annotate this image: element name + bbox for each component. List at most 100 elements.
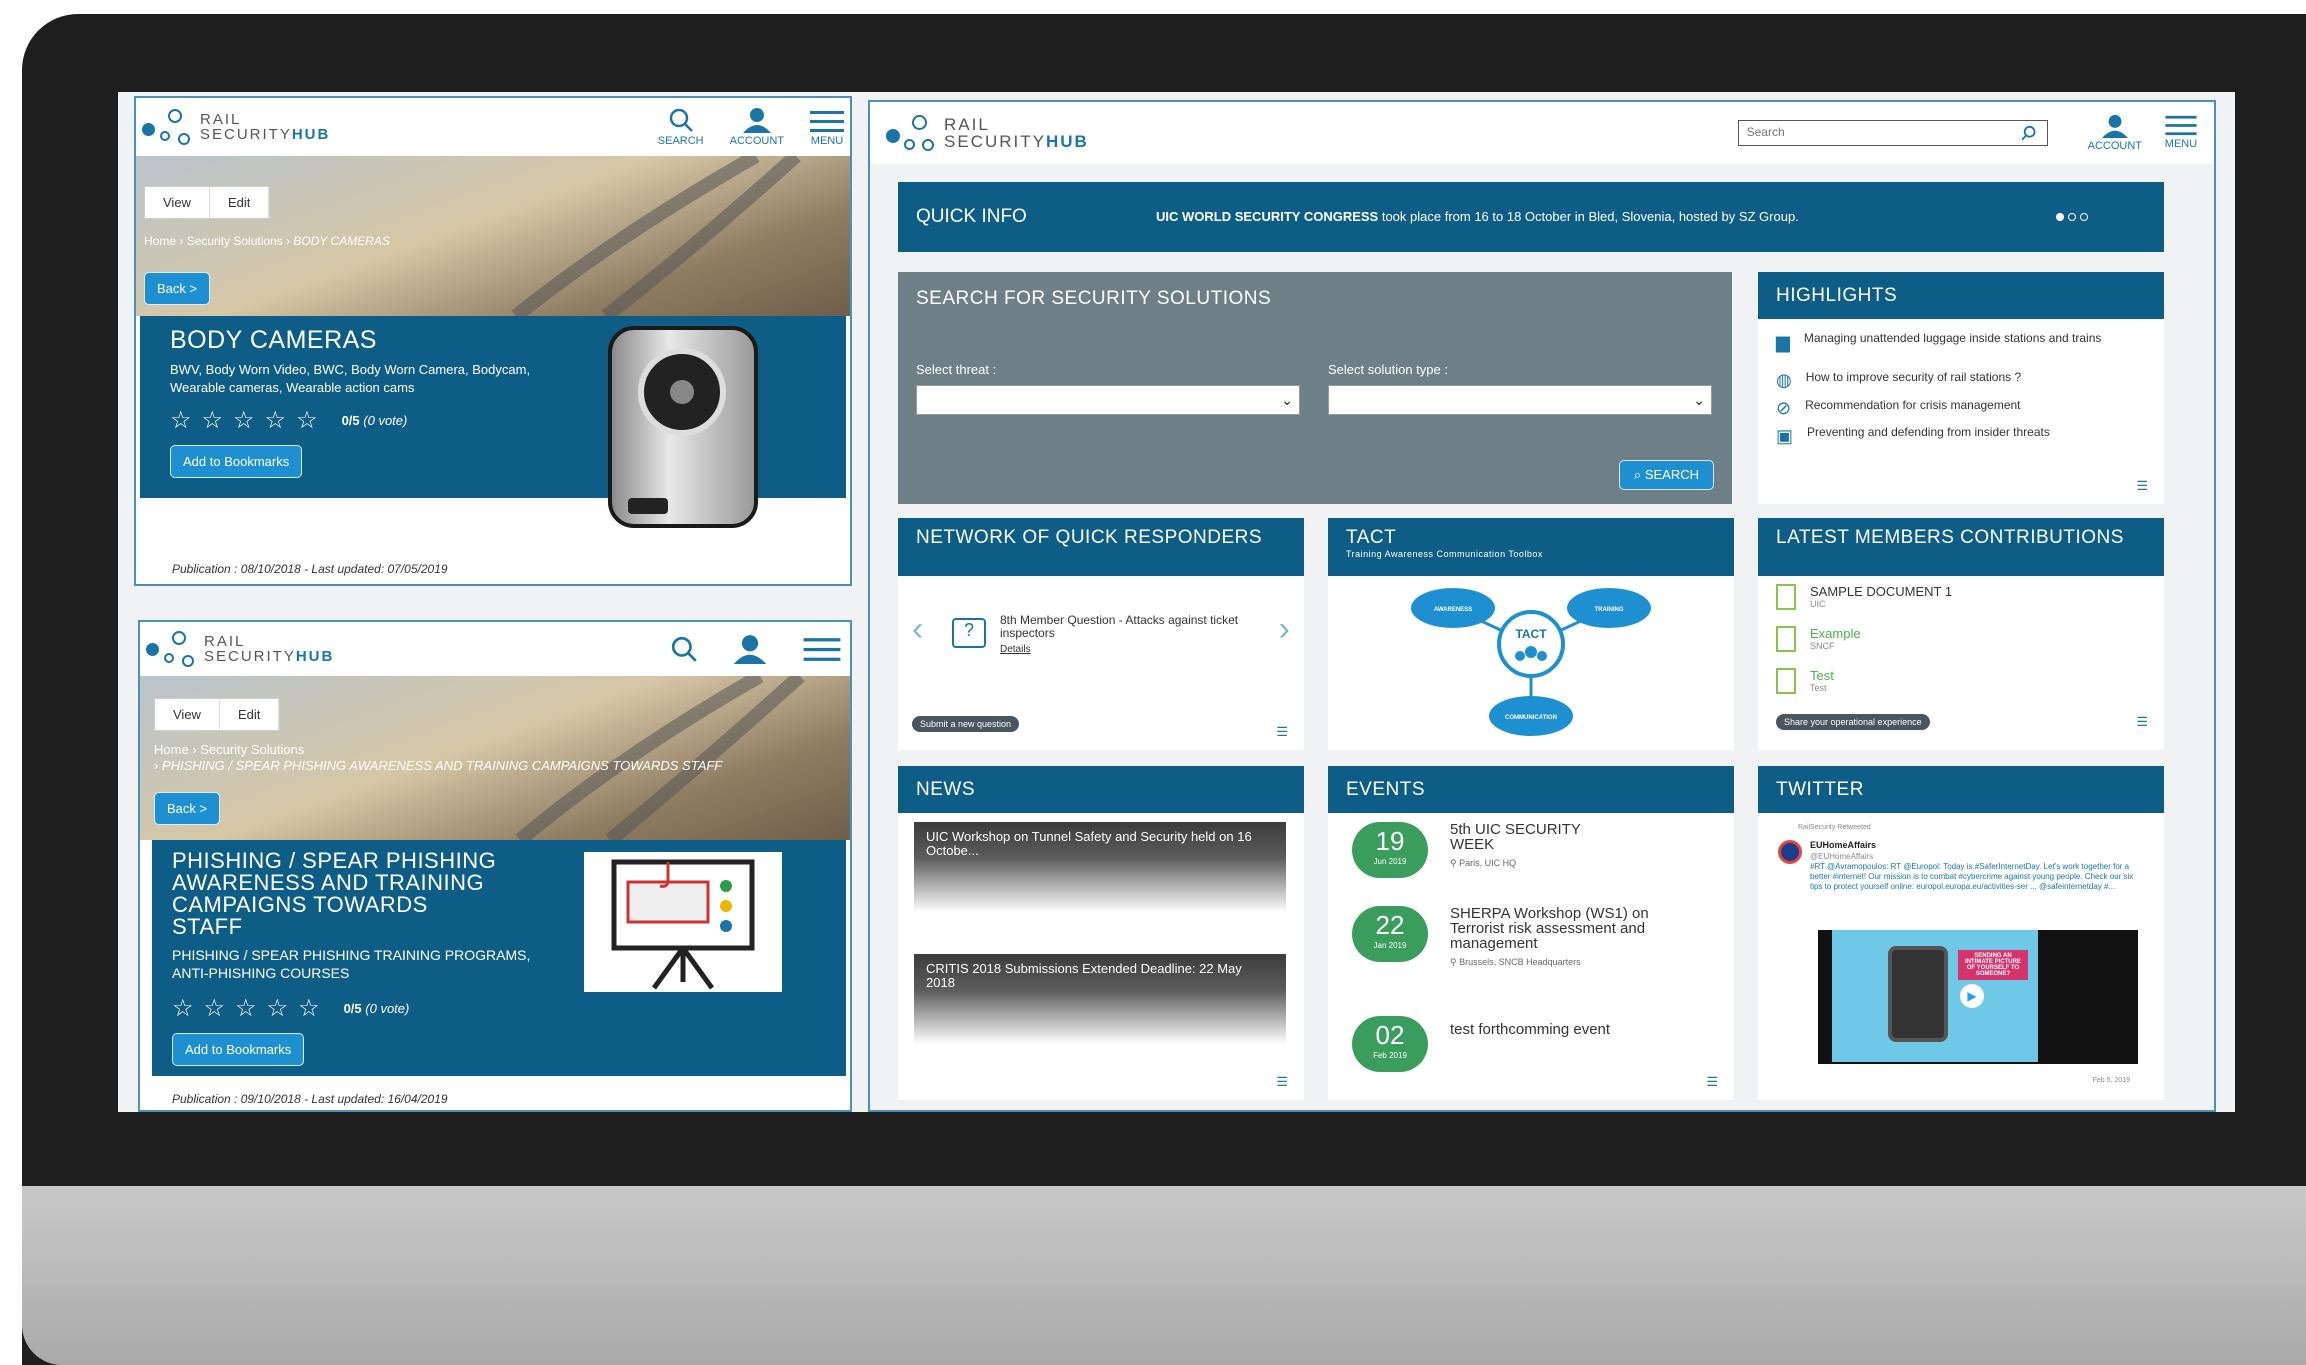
back-button[interactable]: Back > xyxy=(144,272,211,305)
tact-header: TACT Training Awareness Communication Too… xyxy=(1328,518,1734,576)
search-solutions-button[interactable]: ⌕ SEARCH xyxy=(1618,460,1714,490)
list-icon[interactable]: ☰ xyxy=(1276,724,1288,740)
add-to-bookmarks-button[interactable]: Add to Bookmarks xyxy=(170,445,303,479)
site-logo[interactable]: RAIL SECURITYHUB xyxy=(886,113,1089,153)
submit-question-button[interactable]: Submit a new question xyxy=(912,716,1020,732)
tab-edit[interactable]: Edit xyxy=(210,187,270,218)
publication-info: Publication : 08/10/2018 - Last updated:… xyxy=(172,562,448,576)
star-icon[interactable]: ☆ xyxy=(204,994,226,1023)
question-title[interactable]: 8th Member Question - Attacks against ti… xyxy=(1000,614,1250,639)
chevron-down-icon: ⌄ xyxy=(1281,392,1293,408)
question-icon: ? xyxy=(952,618,986,648)
breadcrumb-home[interactable]: Home xyxy=(154,742,189,757)
account-button[interactable]: ACCOUNT xyxy=(2088,114,2142,152)
tweet-media[interactable]: SENDING AN INTIMATE PICTURE OF YOURSELF … xyxy=(1818,930,2138,1064)
star-icon[interactable]: ☆ xyxy=(298,994,320,1023)
menu-button[interactable]: MENU xyxy=(810,109,844,147)
search-button[interactable]: SEARCH xyxy=(658,107,704,147)
search-solutions-panel: SEARCH FOR SECURITY SOLUTIONS Select thr… xyxy=(898,272,1732,504)
menu-button[interactable]: MENU xyxy=(2164,114,2198,152)
star-icon[interactable]: ☆ xyxy=(267,994,289,1023)
solution-keywords: BWV, Body Worn Video, BWC, Body Worn Cam… xyxy=(170,362,531,395)
list-icon[interactable]: ☰ xyxy=(1706,1074,1718,1090)
search-input[interactable] xyxy=(1738,121,2009,143)
logo-word-rail: RAIL xyxy=(944,115,990,134)
rating-score: 0/5 xyxy=(343,1001,362,1017)
search-solutions-title: SEARCH FOR SECURITY SOLUTIONS xyxy=(916,288,1272,309)
site-logo[interactable]: RAIL SECURITYHUB xyxy=(142,107,330,147)
document-icon: ▆ xyxy=(1776,332,1790,352)
carousel-dots[interactable] xyxy=(2056,213,2088,221)
site-logo[interactable]: RAIL SECURITYHUB xyxy=(146,629,334,669)
list-icon[interactable]: ☰ xyxy=(2136,478,2148,494)
chevron-left-icon[interactable]: ‹ xyxy=(912,610,923,649)
search-icon xyxy=(669,108,693,132)
user-icon[interactable] xyxy=(730,634,770,664)
quick-info-highlight[interactable]: UIC WORLD SECURITY CONGRESS xyxy=(1156,209,1378,224)
highlight-item[interactable]: ▆ Managing unattended luggage inside stat… xyxy=(1776,332,2146,353)
tweet-handle[interactable]: @EUHomeAffairs xyxy=(1810,852,1873,861)
solution-type-select[interactable]: ⌄ xyxy=(1328,385,1712,415)
avatar[interactable] xyxy=(1778,840,1802,864)
tact-node-training: TRAINING xyxy=(1595,607,1624,613)
search-icon[interactable] xyxy=(2021,125,2037,141)
contribution-item[interactable]: Test Test xyxy=(1776,668,1834,694)
add-to-bookmarks-button[interactable]: Add to Bookmarks xyxy=(172,1033,305,1067)
star-icon[interactable]: ☆ xyxy=(235,994,257,1023)
rating-stars[interactable]: ☆ ☆ ☆ ☆ ☆ 0/5 (0 vote) xyxy=(172,994,826,1023)
highlight-item[interactable]: ⊘ Recommendation for crisis management xyxy=(1776,398,2021,419)
breadcrumb-section[interactable]: Security Solutions xyxy=(187,234,283,248)
question-details-link[interactable]: Details xyxy=(1000,644,1031,655)
share-experience-button[interactable]: Share your operational experience xyxy=(1776,714,1930,730)
tweet-date: Feb 5, 2019 xyxy=(2092,1077,2130,1084)
breadcrumb-home[interactable]: Home xyxy=(144,234,176,248)
event-date-badge: 22 Jan 2019 xyxy=(1352,906,1428,962)
star-icon[interactable]: ☆ xyxy=(296,406,318,435)
user-icon xyxy=(742,108,771,133)
logo-word-rail: RAIL xyxy=(204,633,246,650)
quick-info-banner: QUICK INFO UIC WORLD SECURITY CONGRESS t… xyxy=(898,182,2164,252)
search-icon: ⌕ xyxy=(1633,467,1645,482)
logo-word-security: SECURITY xyxy=(944,132,1046,151)
quick-info-label: QUICK INFO xyxy=(916,206,1027,227)
threat-select[interactable]: ⌄ xyxy=(916,385,1300,415)
hamburger-icon[interactable] xyxy=(800,636,844,662)
event-item[interactable]: 22 Jan 2019 SHERPA Workshop (WS1) on Terr… xyxy=(1352,906,1650,968)
contribution-item[interactable]: SAMPLE DOCUMENT 1 UIC xyxy=(1776,584,1952,610)
mobile-view-phishing: RAIL SECURITYHUB View Edit Home › Security… xyxy=(138,620,852,1112)
chevron-right-icon[interactable]: › xyxy=(1279,610,1290,649)
location-pin-icon: ⚲ xyxy=(1450,957,1460,967)
star-icon[interactable]: ☆ xyxy=(265,406,287,435)
news-item[interactable]: UIC Workshop on Tunnel Safety and Securi… xyxy=(914,822,1286,912)
body-camera-image xyxy=(608,326,758,528)
tweet-media-caption: SENDING AN INTIMATE PICTURE OF YOURSELF … xyxy=(1958,950,2028,980)
list-icon[interactable]: ☰ xyxy=(1276,1074,1288,1090)
star-icon[interactable]: ☆ xyxy=(170,406,192,435)
event-item[interactable]: 19 Jun 2019 5th UIC SECURITY WEEK ⚲ Paris,… xyxy=(1352,822,1620,878)
event-date-badge: 19 Jun 2019 xyxy=(1352,822,1428,878)
news-item[interactable]: CRITIS 2018 Submissions Extended Deadlin… xyxy=(914,954,1286,1044)
search-icon[interactable] xyxy=(668,635,700,663)
tab-view[interactable]: View xyxy=(155,699,220,730)
view-edit-tabs: View Edit xyxy=(154,698,281,731)
highlight-item[interactable]: ▣ Preventing and defending from insider t… xyxy=(1776,426,2146,447)
logo-word-hub: HUB xyxy=(1045,132,1089,151)
breadcrumb-section[interactable]: Security Solutions xyxy=(200,742,304,757)
highlight-item[interactable]: ◍ How to improve security of rail station… xyxy=(1776,370,2021,391)
star-icon[interactable]: ☆ xyxy=(202,406,224,435)
event-item[interactable]: 02 Feb 2019 test forthcomming event xyxy=(1352,1016,1620,1072)
hamburger-icon xyxy=(2165,115,2197,136)
desktop-header: RAILSECURITYHUB ACCOUNT MENU xyxy=(870,102,2214,164)
play-icon[interactable]: ▶ xyxy=(1960,984,1984,1008)
tweet-user[interactable]: EUHomeAffairs xyxy=(1810,840,1876,850)
contribution-item[interactable]: Example SNCF xyxy=(1776,626,1861,652)
back-button[interactable]: Back > xyxy=(154,792,221,825)
tact-diagram[interactable]: TACT AWARENESS TRAINING COMMUNICATION xyxy=(1328,576,1734,750)
logo-molecule-icon xyxy=(146,629,196,669)
account-button[interactable]: ACCOUNT xyxy=(730,107,784,147)
tab-view[interactable]: View xyxy=(145,187,210,218)
list-icon[interactable]: ☰ xyxy=(2136,714,2148,730)
star-icon[interactable]: ☆ xyxy=(172,994,194,1023)
tab-edit[interactable]: Edit xyxy=(220,699,280,730)
star-icon[interactable]: ☆ xyxy=(233,406,255,435)
